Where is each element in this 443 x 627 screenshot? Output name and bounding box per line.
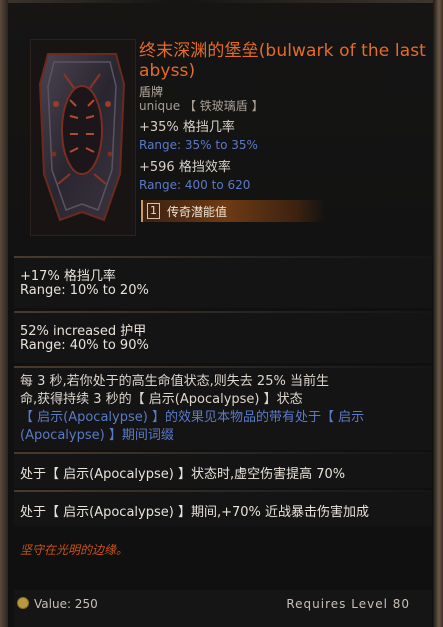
rarity-label: unique [139, 99, 181, 113]
item-title: 终末深渊的堡垒(bulwark of the last abyss) [139, 41, 426, 81]
right-border [433, 0, 443, 627]
implicit-range: Range: 35% to 35% [139, 138, 258, 152]
implicit-text: +35% 格挡几率 [139, 120, 235, 135]
affix-range: Range: 40% to 90% [20, 338, 149, 353]
legendary-potential-count: 1 [147, 203, 160, 219]
item-value: Value: 250 [17, 597, 98, 611]
effect-line-3: 【 启示(Apocalypse) 】的效果见本物品的带有处于【 启示 [20, 410, 365, 425]
legendary-potential-bar: 1 传奇潜能值 [141, 200, 325, 222]
conditional-affix-text: 处于【 启示(Apocalypse) 】期间,+70% 近战暴击伤害加成 [20, 505, 370, 520]
affix-range: Range: 10% to 20% [20, 283, 149, 298]
left-border [0, 0, 8, 627]
affix-text: +17% 格挡几率 [20, 269, 116, 284]
implicit-range: Range: 400 to 620 [139, 178, 251, 192]
top-border [8, 0, 433, 3]
affix-text: 52% increased 护甲 [20, 324, 147, 339]
implicit-line-1: +35% 格挡几率 Range: 35% to 35% [139, 116, 258, 152]
implicit-text: +596 格挡效率 [139, 160, 231, 175]
item-rarity-base: unique 【 铁玻璃盾 】 [139, 97, 264, 114]
implicit-line-2: +596 格挡效率 Range: 400 to 620 [139, 156, 250, 192]
conditional-affix-text: 处于【 启示(Apocalypse) 】状态时,虚空伤害提高 70% [20, 467, 346, 482]
unique-effect: 每 3 秒,若你处于的高生命值状态,则失去 25% 当前生 命,获得持续 3 秒… [20, 373, 430, 445]
base-type-label: 【 铁玻璃盾 】 [183, 99, 264, 113]
value-text: Value: 250 [34, 597, 98, 611]
effect-line-1: 每 3 秒,若你处于的高生命值状态,则失去 25% 当前生 [20, 374, 329, 389]
shield-item-icon [38, 53, 126, 222]
level-requirement: Requires Level 80 [286, 597, 410, 611]
effect-line-2: 命,获得持续 3 秒的【 启示(Apocalypse) 】状态 [20, 392, 303, 407]
effect-line-4: (Apocalypse) 】期间词缀 [20, 428, 174, 443]
flavor-text: 坚守在光明的边缘。 [20, 543, 129, 557]
coin-icon [17, 597, 29, 609]
legendary-potential-label: 传奇潜能值 [167, 205, 228, 219]
